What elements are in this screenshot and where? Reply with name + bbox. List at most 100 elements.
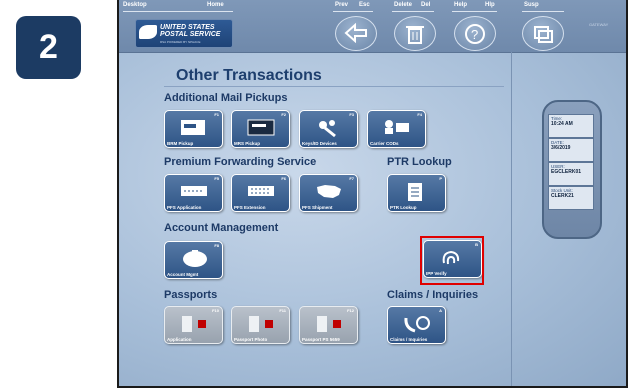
tile-label: PFS Shipment (302, 205, 333, 210)
mrs-label-icon (247, 119, 275, 136)
delete-label: Delete (394, 2, 413, 8)
fkey-label: F8 (214, 243, 219, 248)
help-question-icon: ? (465, 24, 485, 44)
fkey-label: F1 (214, 112, 219, 117)
keys-id-devices-button[interactable]: F3 Keys/ID Devices (299, 110, 358, 148)
prev-label: Prev (335, 2, 349, 8)
mrs-pickup-button[interactable]: F2 MRS Pickup (231, 110, 290, 148)
date-box: DATE: 3/6/2019 (548, 138, 594, 162)
ptr-lookup-button[interactable]: P PTR Lookup (387, 174, 446, 212)
section-forwarding: Premium Forwarding Service (164, 156, 317, 168)
piggy-bank-icon (183, 250, 207, 267)
logo-line3: RSA POWERED BY NPHACE (160, 40, 201, 44)
passport-photo-button[interactable]: F11 Passport Photo (231, 306, 290, 344)
fkey-label: F2 (281, 112, 286, 117)
toolbar-divider (392, 11, 434, 12)
tile-label: Keys/ID Devices (302, 141, 337, 146)
delete-button[interactable] (394, 16, 436, 51)
carrier-cods-button[interactable]: F4 Carrier CODs (367, 110, 426, 148)
fkey-label: F5 (214, 176, 219, 181)
passport-application-button[interactable]: F10 Application (164, 306, 223, 344)
stock-unit-value: CLERK21 (551, 193, 574, 199)
home-label: Home (207, 2, 224, 8)
hlp-label: Hlp (485, 2, 495, 8)
tile-label: PFS Extension (234, 205, 266, 210)
eagle-icon (139, 25, 157, 39)
keys-icon (319, 120, 336, 138)
us-map-icon (317, 185, 341, 198)
fkey-label: F11 (279, 308, 286, 313)
user-value: EGCLERK01 (551, 169, 582, 175)
del-label: Del (421, 2, 431, 8)
fkey-label: F10 (212, 308, 219, 313)
section-account-management: Account Management (164, 222, 279, 234)
logo-line1: UNITED STATES (160, 24, 215, 31)
passport-form-lock-icon (317, 316, 341, 332)
time-box: Time: 10:24 AM (548, 114, 594, 138)
fkey-label: F3 (349, 112, 354, 117)
help-button[interactable]: ? (454, 16, 496, 51)
brm-pickup-button[interactable]: F1 BRM Pickup (164, 110, 223, 148)
passport-lock-icon (182, 316, 206, 332)
toolbar-divider (452, 11, 497, 12)
time-value: 10:24 AM (551, 121, 573, 127)
tile-label: PTR Lookup (390, 205, 417, 210)
tile-label: Claims / Inquiries (390, 337, 428, 342)
prev-button[interactable] (335, 16, 377, 51)
toolbar-divider (522, 11, 564, 12)
tile-label: Passport PS 5659 (302, 337, 340, 342)
tile-label: Passport Photo (234, 337, 268, 342)
passport-photo-lock-icon (249, 316, 273, 332)
pfs-shipment-button[interactable]: F7 PFS Shipment (299, 174, 358, 212)
tile-label: Application (167, 337, 192, 342)
tile-label: Account Mgmt (167, 272, 199, 277)
fkey-label: F6 (281, 176, 286, 181)
pfs-application-button[interactable]: F5 PFS Application (164, 174, 223, 212)
back-arrow-icon (344, 23, 367, 43)
tile-label: BRM Pickup (167, 141, 194, 146)
phone-question-icon (404, 316, 430, 333)
top-toolbar: Desktop Home UNITED STATES POSTAL SERVIC… (119, 0, 626, 53)
stock-unit-box: Stock Unit: CLERK21 (548, 186, 594, 210)
brm-card-icon (181, 120, 205, 135)
toolbar-divider (123, 11, 233, 12)
pfs-extension-icon (248, 186, 274, 196)
tile-label: Carrier CODs (370, 141, 399, 146)
carrier-cod-icon (385, 120, 409, 134)
desktop-label: Desktop (123, 2, 147, 8)
pfs-extension-button[interactable]: F6 PFS Extension (231, 174, 290, 212)
tile-label: PFS Application (167, 205, 202, 210)
claims-inquiries-button[interactable]: A Claims / Inquiries (387, 306, 446, 344)
trash-icon (406, 26, 424, 44)
document-icon (408, 183, 422, 201)
status-info-panel: Time: 10:24 AM DATE: 3/6/2019 USER: EGCL… (542, 100, 602, 239)
fkey-label: F7 (349, 176, 354, 181)
step-badge: 2 (16, 16, 81, 79)
suspend-button[interactable] (522, 16, 564, 51)
passport-ps-button[interactable]: F12 Passport PS 5659 (299, 306, 358, 344)
user-box: USER: EGCLERK01 (548, 162, 594, 186)
section-ptr-lookup: PTR Lookup (387, 156, 452, 168)
toolbar-divider (333, 11, 373, 12)
logo-line2: POSTAL SERVICE (160, 31, 221, 38)
usps-logo[interactable]: UNITED STATES POSTAL SERVICE RSA POWERED… (135, 19, 233, 48)
panel-divider (511, 52, 512, 386)
tile-label: MRS Pickup (234, 141, 261, 146)
section-passports: Passports (164, 289, 218, 301)
suspend-window-icon (534, 26, 553, 43)
pos-screen: Desktop Home UNITED STATES POSTAL SERVIC… (117, 0, 628, 388)
gateway-logo: GATEWAY (589, 22, 609, 27)
esc-label: Esc (359, 2, 370, 8)
help-label: Help (454, 2, 468, 8)
section-mail-pickups: Additional Mail Pickups (164, 92, 288, 104)
fkey-label: F12 (347, 308, 354, 313)
fkey-label: P (439, 176, 442, 181)
svg-text:?: ? (471, 27, 478, 42)
date-value: 3/6/2019 (551, 145, 571, 151)
account-mgmt-button[interactable]: F8 Account Mgmt (164, 241, 223, 279)
section-claims-inquiries: Claims / Inquiries (387, 289, 479, 301)
susp-label: Susp (524, 2, 539, 8)
pfs-application-icon (181, 186, 207, 196)
highlight-box (420, 236, 484, 285)
fkey-label: A (439, 308, 442, 313)
